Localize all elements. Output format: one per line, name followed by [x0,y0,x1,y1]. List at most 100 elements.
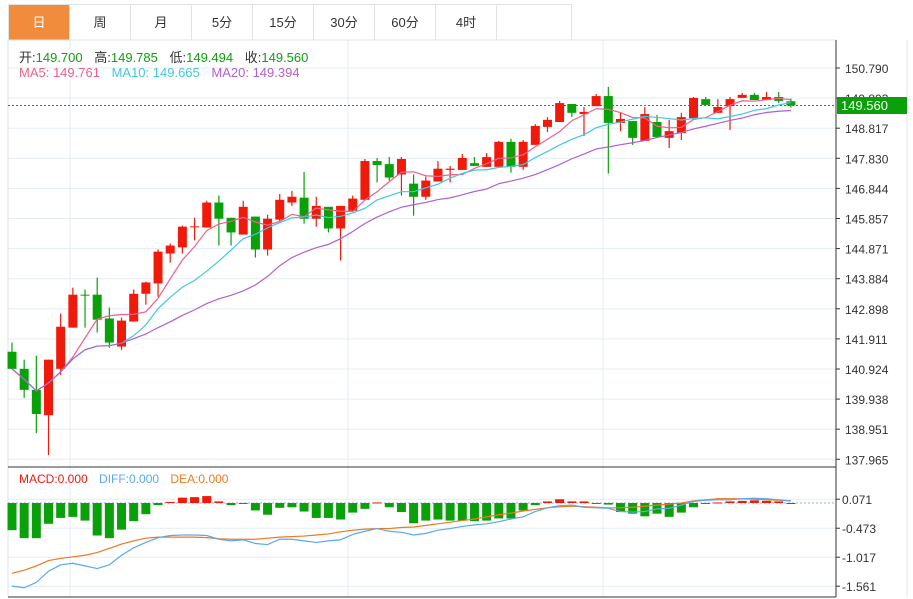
candle-up [141,282,151,294]
macd-bar [579,501,589,503]
price-axis-label: 137.965 [845,453,889,467]
macd-bar [506,503,516,519]
diff-value: DIFF:0.000 [99,472,160,486]
ma10-value: MA10: 149.665 [111,65,200,80]
macd-bar [141,503,151,515]
candle-down [80,294,90,296]
candle-down [384,164,394,178]
macd-bar [323,503,333,518]
macd-bar [786,503,796,504]
price-axis-label: 142.898 [845,303,889,317]
candle-down [567,104,577,113]
macd-bar [299,503,309,512]
macd-bar [518,503,528,511]
macd-bar [92,503,102,536]
candle-up [190,226,200,228]
macd-bar [360,503,370,509]
macd-bar [287,503,297,508]
macd-bar [384,503,394,508]
macd-axis-label: -0.473 [842,522,876,536]
ma5-line [11,97,791,392]
candle-up [165,245,175,254]
candle-up [153,251,163,284]
candle-up [689,97,699,119]
macd-bar [202,496,212,503]
price-axis-label: 140.924 [845,363,889,377]
low-label: 低: [169,50,187,65]
macd-bar [263,503,273,515]
macd-bar [603,503,613,505]
macd-bar [311,503,321,518]
candle-down [372,161,382,166]
macd-bar [19,503,29,539]
macd-bar [153,503,163,506]
candle-down [214,202,224,219]
candle-up [263,218,273,250]
candle-up [457,158,467,170]
price-axis-label: 143.884 [845,273,889,287]
macd-bar [664,503,674,517]
macd-bar [749,500,759,503]
macd-bar [348,503,358,513]
macd-bar [238,503,248,504]
macd-bar [129,503,139,522]
macd-bar [530,503,540,506]
macd-bar [725,501,735,503]
macd-bar [409,503,419,524]
candle-up [445,168,455,170]
price-axis-label: 150.790 [845,62,889,76]
candle-up [555,103,565,123]
candle-up [494,141,504,167]
macd-bar [591,503,601,504]
ma20-value: MA20: 149.394 [211,65,300,80]
macd-bar [56,503,66,518]
candle-up [360,161,370,200]
price-axis-label: 139.938 [845,393,889,407]
ma20-line [11,109,791,392]
candle-down [469,163,479,166]
macd-bar [250,503,260,511]
macd-bar [7,503,17,531]
candle-down [7,351,17,369]
kline-chart[interactable]: 150.790149.803148.817147.830146.844145.8… [0,0,913,599]
candle-up [238,206,248,235]
high-label: 高: [94,50,111,65]
macd-legend: MACD:0.000 DIFF:0.000 DEA:0.000 [19,472,236,486]
candle-down [628,121,638,138]
ma5-value: MA5: 149.761 [19,65,100,80]
macd-bar [433,503,443,520]
macd-bar [226,503,236,506]
macd-bar [774,501,784,503]
macd-bar [104,503,114,539]
macd-bar [31,503,41,539]
macd-bar [567,501,577,503]
candle-up [68,294,78,328]
price-axis-label: 147.830 [845,152,889,166]
macd-value: MACD:0.000 [19,472,88,486]
macd-bar [336,503,346,520]
ma-info: MA5: 149.761 MA10: 149.665 MA20: 149.394 [19,65,308,80]
macd-bar [555,499,565,503]
candle-up [56,326,66,369]
macd-bar [165,501,175,503]
macd-bar [445,503,455,521]
macd-bar [762,500,772,503]
candle-up [129,293,139,322]
macd-axis-label: -1.561 [842,580,876,594]
price-axis-label: 144.871 [845,243,889,257]
macd-bar [421,503,431,521]
candle-down [92,294,102,320]
high-value: 149.785 [110,50,158,65]
macd-bar [494,503,504,519]
candle-up [202,202,212,228]
macd-bar [214,501,224,503]
macd-bar [80,503,90,521]
macd-bar [177,497,187,503]
candle-down [31,389,41,414]
close-value: 149.560 [261,50,309,65]
price-axis-label: 145.857 [845,213,889,227]
current-price-tag: 149.560 [837,97,907,114]
ma10-line [11,101,792,392]
price-axis-label: 146.844 [845,182,889,196]
price-axis-label: 148.817 [845,122,889,136]
